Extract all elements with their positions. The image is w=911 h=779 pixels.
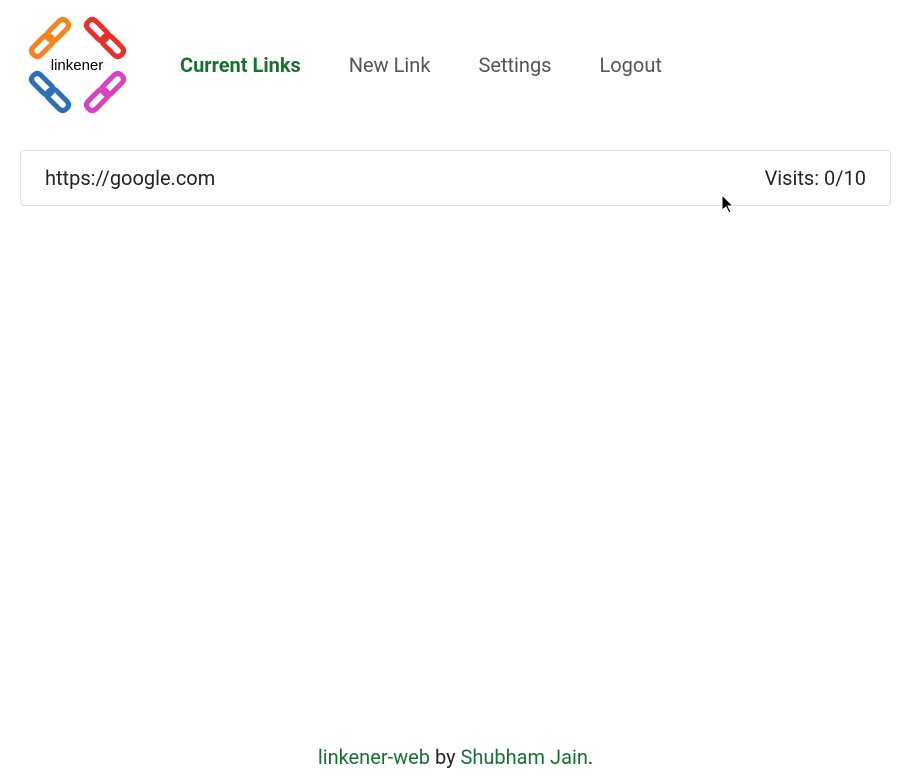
nav-links: Current Links New Link Settings Logout [180, 53, 662, 77]
nav-current-links[interactable]: Current Links [180, 53, 301, 77]
logo[interactable]: linkener [20, 10, 135, 120]
logo-text: linkener [51, 57, 104, 74]
footer-by-text: by [430, 745, 461, 769]
nav-logout[interactable]: Logout [600, 53, 662, 77]
footer: linkener-web by Shubham Jain. [0, 745, 911, 769]
link-url: https://google.com [45, 166, 215, 190]
link-visits: Visits: 0/10 [765, 166, 866, 190]
main-content: https://google.com Visits: 0/10 [0, 130, 911, 226]
nav-settings[interactable]: Settings [478, 53, 551, 77]
nav-new-link[interactable]: New Link [349, 53, 431, 77]
footer-project-link[interactable]: linkener-web [318, 745, 430, 769]
footer-period: . [588, 745, 593, 769]
navbar: linkener Current Links New Link Settings… [0, 0, 911, 130]
footer-author-link[interactable]: Shubham Jain [461, 745, 588, 769]
link-card[interactable]: https://google.com Visits: 0/10 [20, 150, 891, 206]
linkener-logo-icon: linkener [20, 10, 135, 120]
